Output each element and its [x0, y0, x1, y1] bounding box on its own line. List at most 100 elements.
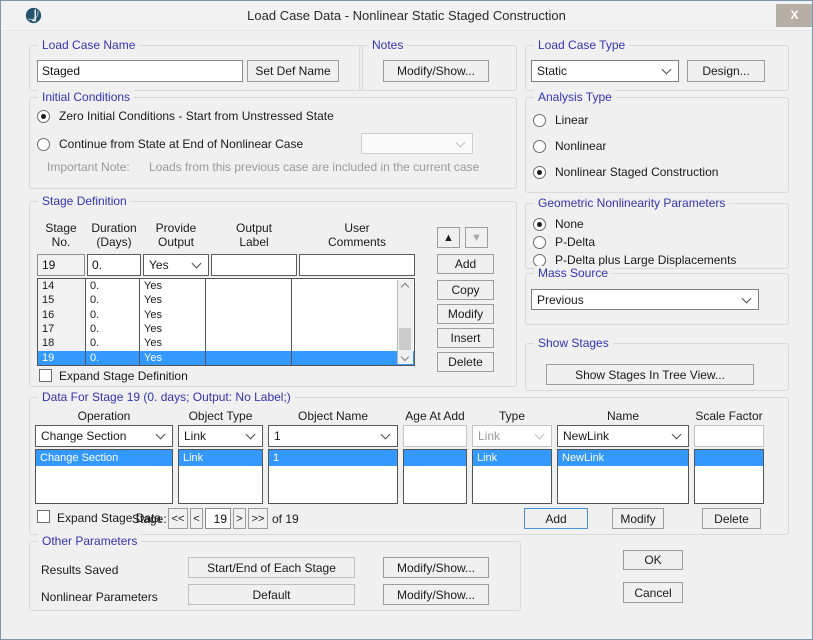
stage-prev-button[interactable]: <: [190, 508, 203, 529]
user-comments-edit-field[interactable]: [299, 254, 415, 276]
type-dropdown: Link: [472, 425, 552, 447]
radio-icon[interactable]: [533, 254, 546, 267]
name-dropdown[interactable]: NewLink: [557, 425, 689, 447]
column-header-age-at-add: Age At Add: [403, 409, 467, 423]
stage-number-input[interactable]: [205, 508, 231, 529]
nonlinear-parameters-value: Default: [188, 584, 355, 605]
stage-row-17[interactable]: 17 0. Yes: [38, 322, 414, 336]
radio-linear[interactable]: Linear: [533, 113, 588, 127]
load-case-name-input[interactable]: [37, 60, 243, 82]
geometric-nonlinearity-group-label: Geometric Nonlinearity Parameters: [534, 196, 729, 210]
results-saved-value: Start/End of Each Stage: [188, 557, 355, 578]
notes-modify-show-button[interactable]: Modify/Show...: [383, 60, 489, 82]
radio-none[interactable]: None: [533, 217, 584, 231]
chevron-down-icon: [662, 65, 672, 75]
expand-stage-definition-checkbox[interactable]: [39, 369, 52, 382]
radio-nonlinear[interactable]: Nonlinear: [533, 139, 606, 153]
results-saved-modify-show-button[interactable]: Modify/Show...: [383, 557, 489, 578]
stage-first-button[interactable]: <<: [168, 508, 188, 529]
column-header-user-comments: User Comments: [299, 221, 415, 249]
stage-row-19-selected[interactable]: 19 0. Yes: [38, 351, 414, 365]
stage-modify-button[interactable]: Modify: [437, 304, 494, 324]
cancel-button[interactable]: Cancel: [623, 582, 683, 603]
stage-no-edit-field: [37, 254, 85, 276]
scrollbar-thumb[interactable]: [399, 328, 411, 350]
stage-last-button[interactable]: >>: [248, 508, 268, 529]
ok-button[interactable]: OK: [623, 550, 683, 570]
design-button[interactable]: Design...: [687, 60, 765, 82]
stage-row-15[interactable]: 15 0. Yes: [38, 293, 414, 307]
object-name-dropdown[interactable]: 1: [268, 425, 398, 447]
table-row-selected[interactable]: 1: [269, 450, 397, 466]
stage-data-delete-button[interactable]: Delete: [702, 508, 761, 529]
stage-list-scrollbar[interactable]: [397, 280, 413, 364]
notes-group-label: Notes: [368, 38, 407, 52]
initial-conditions-group-label: Initial Conditions: [38, 90, 134, 104]
table-row-selected[interactable]: Link: [473, 450, 551, 466]
radio-icon[interactable]: [533, 166, 546, 179]
column-header-scale-factor: Scale Factor: [694, 409, 764, 423]
radio-icon[interactable]: [533, 114, 546, 127]
table-row-selected[interactable]: Change Section: [36, 450, 172, 466]
chevron-down-icon: [456, 137, 466, 147]
radio-label: Continue from State at End of Nonlinear …: [59, 137, 303, 151]
column-header-provide-output: Provide Output: [143, 221, 209, 249]
radio-p-delta[interactable]: P-Delta: [533, 235, 595, 249]
nonlinear-parameters-modify-show-button[interactable]: Modify/Show...: [383, 584, 489, 605]
stage-data-modify-button[interactable]: Modify: [612, 508, 664, 529]
mass-source-value: Previous: [537, 293, 584, 307]
duration-edit-field[interactable]: [87, 254, 141, 276]
stage-add-button[interactable]: Add: [437, 254, 494, 274]
stage-row-18[interactable]: 18 0. Yes: [38, 336, 414, 350]
stage-copy-button[interactable]: Copy: [437, 280, 494, 300]
stage-data-add-button[interactable]: Add: [524, 508, 588, 529]
show-stages-tree-view-button[interactable]: Show Stages In Tree View...: [546, 364, 754, 385]
stage-insert-button[interactable]: Insert: [437, 328, 494, 348]
radio-label: Linear: [555, 113, 588, 127]
stage-list: 14 0. Yes 15 0. Yes 16 0. Yes 17 0. Yes: [37, 278, 415, 366]
radio-icon[interactable]: [533, 218, 546, 231]
important-note-label: Important Note:: [47, 160, 130, 174]
stage-row-16[interactable]: 16 0. Yes: [38, 308, 414, 322]
table-column-type: Link: [472, 449, 552, 504]
load-case-type-value: Static: [537, 64, 567, 78]
stage-next-button[interactable]: >: [233, 508, 246, 529]
set-def-name-button[interactable]: Set Def Name: [247, 60, 339, 82]
radio-p-delta-large-displacements[interactable]: P-Delta plus Large Displacements: [533, 253, 736, 267]
scroll-up-icon[interactable]: [401, 283, 409, 291]
move-stage-up-icon[interactable]: ▲: [437, 227, 460, 248]
table-row-selected[interactable]: [695, 450, 763, 466]
column-header-duration: Duration (Days): [87, 221, 141, 249]
results-saved-label: Results Saved: [41, 563, 118, 577]
radio-icon[interactable]: [533, 236, 546, 249]
scroll-down-icon[interactable]: [401, 353, 409, 361]
provide-output-value: Yes: [149, 258, 169, 272]
table-row-selected[interactable]: NewLink: [558, 450, 688, 466]
table-row-selected[interactable]: Link: [179, 450, 262, 466]
radio-icon[interactable]: [37, 138, 50, 151]
stage-delete-button[interactable]: Delete: [437, 352, 494, 372]
radio-icon[interactable]: [533, 140, 546, 153]
expand-stage-data-checkbox[interactable]: [37, 510, 50, 523]
other-parameters-group-label: Other Parameters: [38, 534, 141, 548]
stage-nav-label: Stage:: [132, 512, 167, 526]
output-label-edit-field[interactable]: [211, 254, 297, 276]
show-stages-group-label: Show Stages: [534, 336, 613, 350]
load-case-name-group-label: Load Case Name: [38, 38, 139, 52]
table-row-selected[interactable]: [404, 450, 466, 466]
object-type-dropdown[interactable]: Link: [178, 425, 263, 447]
radio-nonlinear-staged-construction[interactable]: Nonlinear Staged Construction: [533, 165, 718, 179]
radio-icon[interactable]: [37, 110, 50, 123]
radio-label: P-Delta plus Large Displacements: [555, 253, 736, 267]
provide-output-dropdown[interactable]: Yes: [143, 254, 209, 276]
close-icon[interactable]: X: [776, 4, 813, 27]
radio-zero-initial-conditions[interactable]: Zero Initial Conditions - Start from Uns…: [37, 109, 334, 123]
radio-continue-from-state[interactable]: Continue from State at End of Nonlinear …: [37, 137, 303, 151]
object-name-value: 1: [274, 429, 281, 443]
load-case-type-dropdown[interactable]: Static: [531, 60, 679, 82]
operation-dropdown[interactable]: Change Section: [35, 425, 173, 447]
stage-row-14[interactable]: 14 0. Yes: [38, 279, 414, 293]
expand-stage-definition-label[interactable]: Expand Stage Definition: [59, 369, 188, 383]
column-header-object-name: Object Name: [268, 409, 398, 423]
mass-source-dropdown[interactable]: Previous: [531, 289, 759, 310]
